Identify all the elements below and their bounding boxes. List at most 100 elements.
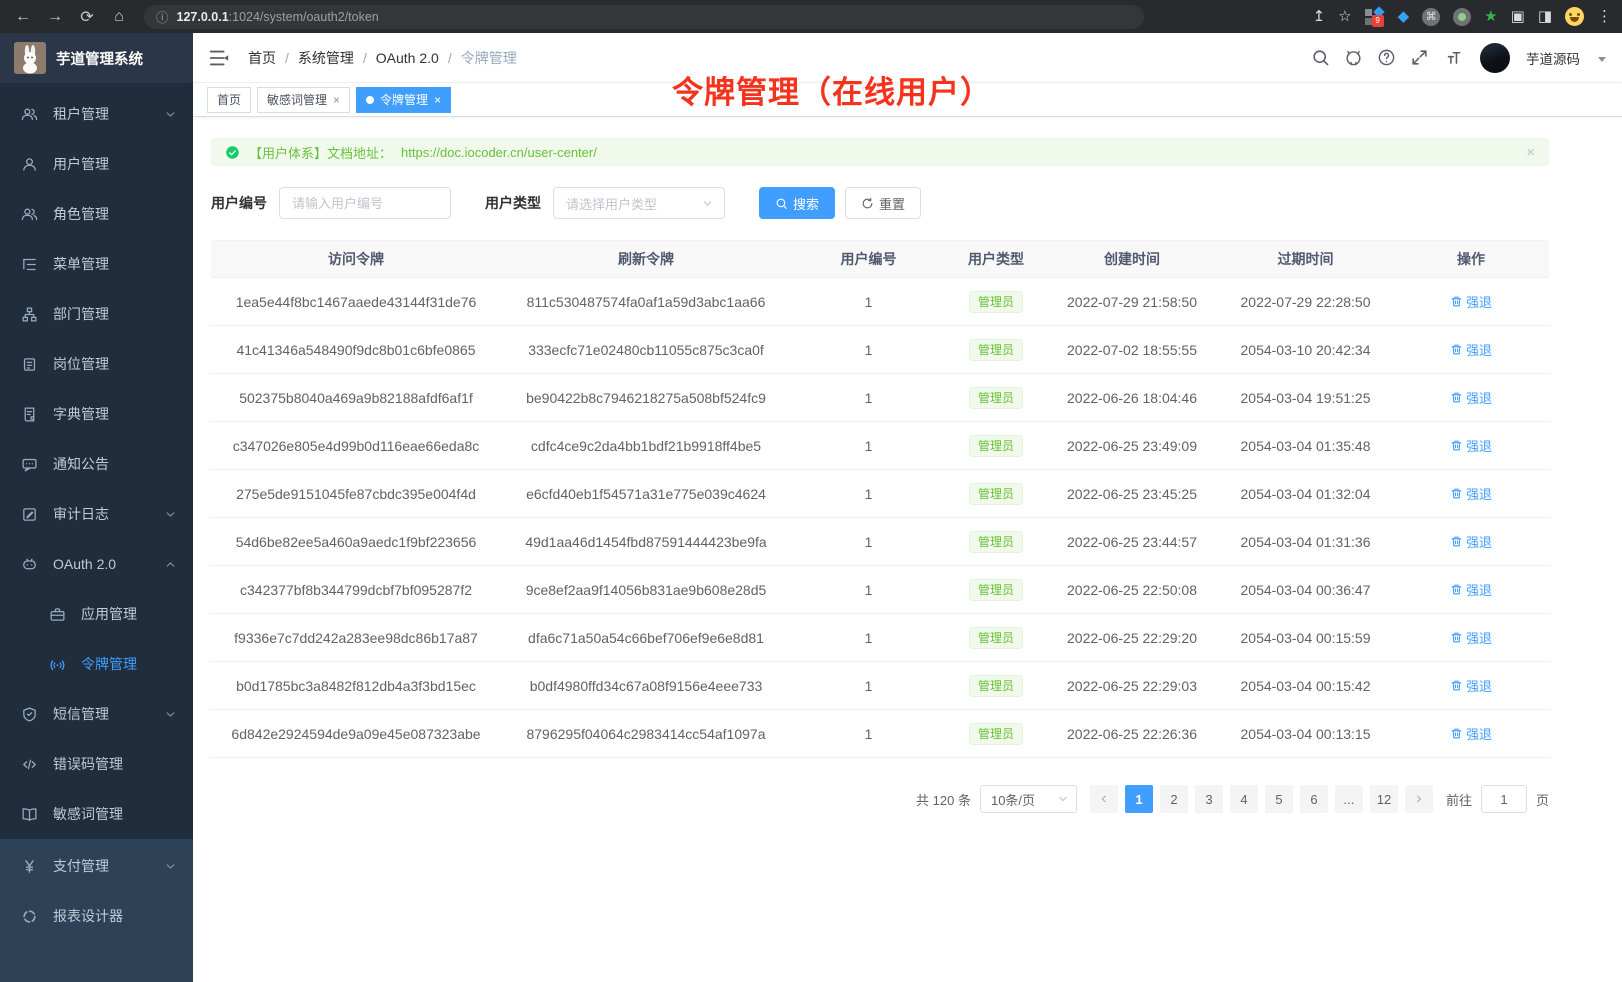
search-icon[interactable] [1311, 48, 1330, 67]
user-id-input[interactable] [279, 187, 451, 219]
goto-page-input[interactable] [1481, 785, 1527, 813]
post-icon [21, 356, 38, 373]
sidebar-item-sensitive[interactable]: 敏感词管理 [0, 789, 193, 839]
trash-icon [1450, 391, 1463, 404]
sidebar-item-oauth2[interactable]: OAuth 2.0 [0, 539, 193, 589]
sidebar-item-user[interactable]: 用户管理 [0, 139, 193, 189]
cell-access-token: c342377bf8b344799dcbf7bf095287f2 [211, 566, 501, 614]
split-window-icon[interactable]: ◨ [1538, 9, 1552, 24]
force-logout-button[interactable]: 强退 [1450, 292, 1492, 311]
cell-created-time: 2022-06-25 23:49:09 [1046, 422, 1218, 470]
force-logout-button[interactable]: 强退 [1450, 484, 1492, 503]
force-logout-button[interactable]: 强退 [1450, 676, 1492, 695]
tab-首页[interactable]: 首页 [207, 87, 251, 113]
sidebar-item-post[interactable]: 岗位管理 [0, 339, 193, 389]
browser-forward-button[interactable]: → [42, 4, 68, 30]
pager-page-3[interactable]: 3 [1195, 785, 1223, 813]
pager-more-button[interactable]: ... [1335, 785, 1363, 813]
pager-page-2[interactable]: 2 [1160, 785, 1188, 813]
recorder-extension-icon[interactable] [1453, 8, 1471, 26]
gem-extension-icon[interactable]: ◆ [1398, 9, 1410, 24]
chevron-down-icon [164, 708, 177, 721]
text-size-icon[interactable] [1443, 48, 1462, 67]
sidebar-item-pay[interactable]: 支付管理 [0, 841, 193, 891]
sidebar-item-tenant[interactable]: 租户管理 [0, 89, 193, 139]
search-button[interactable]: 搜索 [759, 187, 835, 219]
force-logout-button[interactable]: 强退 [1450, 436, 1492, 455]
sidebar-item-report[interactable]: 报表设计器 [0, 891, 193, 941]
user-type-label: 用户类型 [485, 193, 541, 213]
tab-令牌管理[interactable]: 令牌管理× [356, 87, 451, 113]
cell-action: 强退 [1393, 326, 1549, 374]
cell-action: 强退 [1393, 710, 1549, 758]
force-logout-button[interactable]: 强退 [1450, 340, 1492, 359]
force-logout-button[interactable]: 强退 [1450, 532, 1492, 551]
extension-badge-icon[interactable]: 9 [1365, 8, 1385, 26]
browser-back-button[interactable]: ← [10, 4, 36, 30]
user-type-select[interactable]: 请选择用户类型 [553, 187, 725, 219]
puzzle-extensions-icon[interactable]: ▣ [1511, 9, 1525, 24]
sidebar-item-label: 敏感词管理 [53, 804, 123, 824]
pager-page-4[interactable]: 4 [1230, 785, 1258, 813]
sidebar-item-errcode[interactable]: 错误码管理 [0, 739, 193, 789]
browser-profile-avatar[interactable] [1565, 7, 1584, 26]
breadcrumb-item[interactable]: 系统管理 [298, 48, 354, 68]
force-logout-button[interactable]: 强退 [1450, 628, 1492, 647]
command-extension-icon[interactable]: ⌘ [1422, 8, 1440, 26]
cell-refresh-token: 9ce8ef2aa9f14056b831ae9b608e28d5 [501, 566, 791, 614]
sidebar-item-dict[interactable]: 字典管理 [0, 389, 193, 439]
browser-home-button[interactable]: ⌂ [106, 4, 132, 30]
sidebar-item-menu[interactable]: 菜单管理 [0, 239, 193, 289]
fullscreen-icon[interactable] [1410, 48, 1429, 67]
collapse-sidebar-icon[interactable] [208, 47, 230, 69]
caret-down-icon[interactable] [1598, 57, 1606, 62]
url-bar[interactable]: ⓘ 127.0.0.1:1024/system/oauth2/token [144, 5, 1144, 29]
bookmark-star-icon[interactable]: ☆ [1338, 9, 1351, 24]
github-icon[interactable] [1344, 48, 1363, 67]
force-logout-button[interactable]: 强退 [1450, 724, 1492, 743]
table-row: f9336e7c7dd242a283ee98dc86b17a87dfa6c71a… [211, 614, 1549, 662]
errcode-icon [21, 756, 38, 773]
page-info-icon[interactable]: ⓘ [156, 7, 169, 26]
sidebar-item-dept[interactable]: 部门管理 [0, 289, 193, 339]
sidebar-item-sms[interactable]: 短信管理 [0, 689, 193, 739]
browser-extensions-area: ↥ ☆ 9 ◆ ⌘ ★ ▣ ◨ ⋮ [1313, 7, 1612, 26]
breadcrumb-item[interactable]: 首页 [248, 48, 276, 68]
user-name[interactable]: 芋道源码 [1526, 48, 1580, 68]
force-logout-button[interactable]: 强退 [1450, 580, 1492, 599]
sidebar-item-oauth2-token[interactable]: 令牌管理 [0, 639, 193, 689]
pager-page-6[interactable]: 6 [1300, 785, 1328, 813]
doc-link[interactable]: https://doc.iocoder.cn/user-center/ [401, 145, 597, 160]
sidebar-item-notice[interactable]: 通知公告 [0, 439, 193, 489]
pager-next-button[interactable]: › [1405, 785, 1433, 813]
sidebar-item-oauth2-app[interactable]: 应用管理 [0, 589, 193, 639]
user-avatar[interactable] [1480, 43, 1510, 73]
logo-image [14, 42, 46, 74]
pay-icon [21, 858, 38, 875]
trash-icon [1450, 343, 1463, 356]
breadcrumb-item[interactable]: OAuth 2.0 [376, 50, 439, 66]
sidebar-item-role[interactable]: 角色管理 [0, 189, 193, 239]
pager-page-12[interactable]: 12 [1370, 785, 1398, 813]
pager-page-5[interactable]: 5 [1265, 785, 1293, 813]
sidebar-menu: 租户管理用户管理角色管理菜单管理部门管理岗位管理字典管理通知公告审计日志OAut… [0, 83, 193, 839]
page-size-select[interactable]: 10条/页 [980, 785, 1077, 813]
help-icon[interactable] [1377, 48, 1396, 67]
force-logout-button[interactable]: 强退 [1450, 388, 1492, 407]
app-logo[interactable]: 芋道管理系统 [0, 33, 193, 83]
tab-敏感词管理[interactable]: 敏感词管理× [257, 87, 350, 113]
trash-icon [1450, 679, 1463, 692]
sidebar-item-audit[interactable]: 审计日志 [0, 489, 193, 539]
tab-close-icon[interactable]: × [434, 94, 441, 106]
pager-page-1[interactable]: 1 [1125, 785, 1153, 813]
green-star-extension-icon[interactable]: ★ [1484, 9, 1497, 24]
alert-close-icon[interactable]: × [1526, 144, 1535, 161]
pager-prev-button[interactable]: ‹ [1090, 785, 1118, 813]
cell-access-token: f9336e7c7dd242a283ee98dc86b17a87 [211, 614, 501, 662]
user-type-badge: 管理员 [969, 339, 1023, 361]
tab-close-icon[interactable]: × [333, 94, 340, 106]
reset-button[interactable]: 重置 [845, 187, 921, 219]
share-icon[interactable]: ↥ [1313, 9, 1326, 24]
browser-reload-button[interactable]: ⟳ [74, 4, 100, 30]
browser-menu-icon[interactable]: ⋮ [1597, 9, 1612, 24]
